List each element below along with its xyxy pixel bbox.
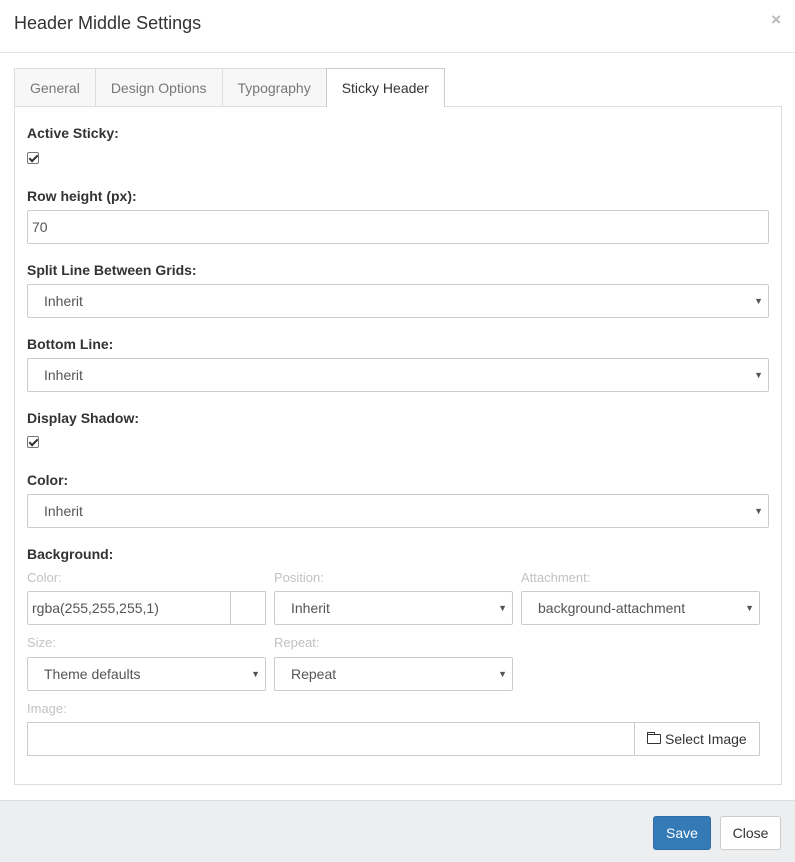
bg-attachment-label: Attachment: — [521, 570, 591, 585]
bg-color-input[interactable]: rgba(255,255,255,1) — [27, 591, 231, 625]
background-label: Background: — [27, 546, 114, 562]
close-icon[interactable]: × — [771, 10, 781, 30]
close-button[interactable]: Close — [720, 816, 781, 850]
split-line-select[interactable]: Inherit ▼ — [27, 284, 769, 318]
split-line-label: Split Line Between Grids: — [27, 262, 197, 278]
tab-general[interactable]: General — [14, 68, 96, 106]
tab-typography[interactable]: Typography — [221, 68, 327, 106]
color-select[interactable]: Inherit ▼ — [27, 494, 769, 528]
bg-color-value: rgba(255,255,255,1) — [32, 600, 159, 616]
select-image-label: Select Image — [665, 731, 747, 747]
bg-image-input[interactable] — [27, 722, 635, 756]
bg-attachment-select[interactable]: background-attachment ▼ — [521, 591, 760, 625]
bg-size-label: Size: — [27, 635, 56, 650]
bg-image-label: Image: — [27, 701, 67, 716]
row-height-label: Row height (px): — [27, 188, 137, 204]
active-sticky-checkbox[interactable] — [27, 152, 39, 164]
tab-sticky-header[interactable]: Sticky Header — [325, 68, 445, 107]
select-image-button[interactable]: Select Image — [634, 722, 760, 756]
bg-repeat-value: Repeat — [291, 666, 337, 682]
modal-title: Header Middle Settings — [14, 13, 202, 33]
row-height-value: 70 — [32, 219, 48, 235]
save-button[interactable]: Save — [653, 816, 711, 850]
modal-header: Header Middle Settings × — [0, 0, 795, 53]
split-line-value: Inherit — [44, 293, 83, 309]
row-height-input[interactable]: 70 — [27, 210, 769, 244]
chevron-down-icon: ▼ — [754, 296, 763, 306]
chevron-down-icon: ▼ — [754, 506, 763, 516]
bg-position-select[interactable]: Inherit ▼ — [274, 591, 513, 625]
tab-bar: General Design Options Typography Sticky… — [14, 68, 445, 107]
bg-size-value: Theme defaults — [44, 666, 141, 682]
bg-size-select[interactable]: Theme defaults ▼ — [27, 657, 266, 691]
chevron-down-icon: ▼ — [498, 603, 507, 613]
chevron-down-icon: ▼ — [754, 370, 763, 380]
color-value: Inherit — [44, 503, 83, 519]
folder-open-icon — [647, 732, 661, 744]
display-shadow-label: Display Shadow: — [27, 410, 140, 426]
active-sticky-label: Active Sticky: — [27, 125, 119, 141]
tab-design-options[interactable]: Design Options — [94, 68, 223, 106]
bg-repeat-label: Repeat: — [274, 635, 320, 650]
color-label: Color: — [27, 472, 69, 488]
bottom-line-value: Inherit — [44, 367, 83, 383]
bg-repeat-select[interactable]: Repeat ▼ — [274, 657, 513, 691]
bottom-line-select[interactable]: Inherit ▼ — [27, 358, 769, 392]
chevron-down-icon: ▼ — [251, 669, 260, 679]
bg-color-swatch[interactable] — [230, 591, 266, 625]
bg-position-value: Inherit — [291, 600, 330, 616]
bg-color-label: Color: — [27, 570, 62, 585]
chevron-down-icon: ▼ — [745, 603, 754, 613]
chevron-down-icon: ▼ — [498, 669, 507, 679]
bottom-line-label: Bottom Line: — [27, 336, 114, 352]
bg-attachment-value: background-attachment — [538, 600, 686, 616]
bg-position-label: Position: — [274, 570, 324, 585]
display-shadow-checkbox[interactable] — [27, 436, 39, 448]
